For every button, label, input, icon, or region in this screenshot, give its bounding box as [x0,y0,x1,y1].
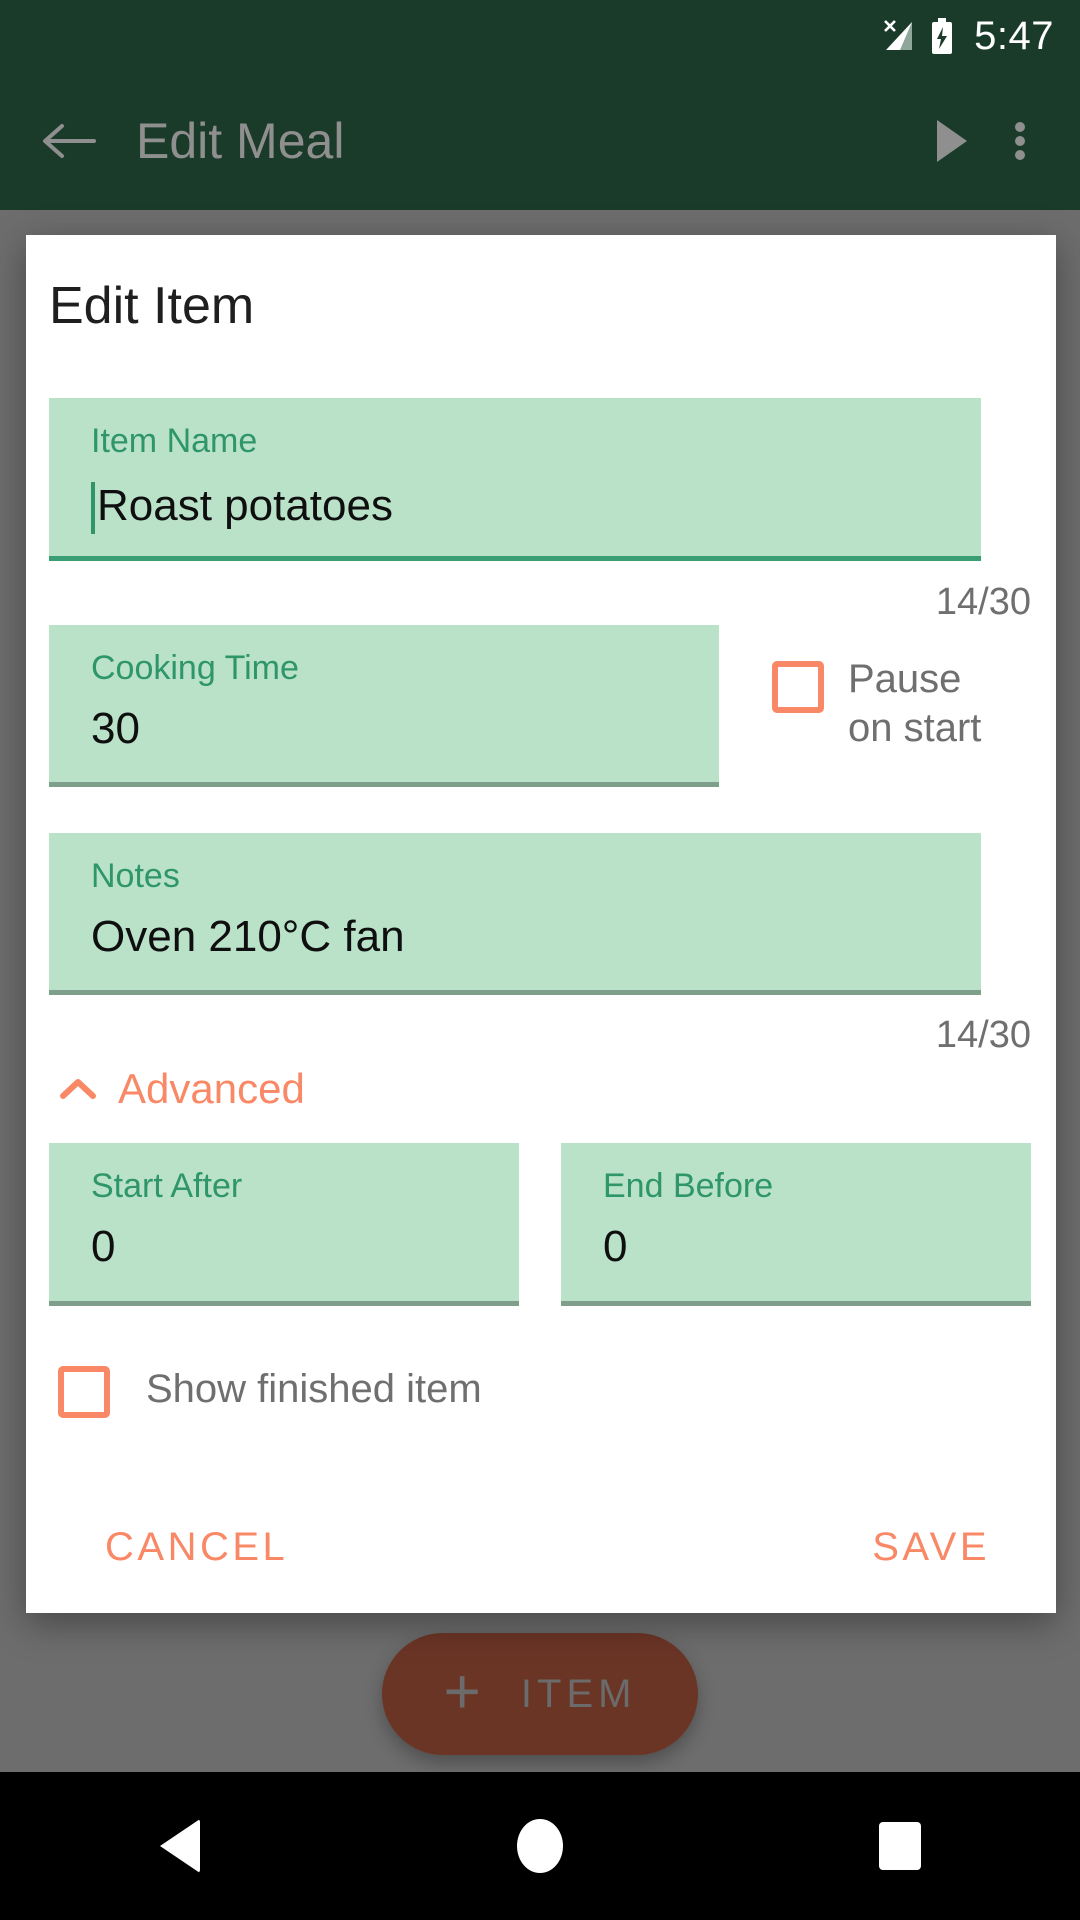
back-button[interactable] [30,103,106,179]
end-before-value: 0 [603,1222,628,1271]
play-button[interactable] [912,102,990,180]
text-caret [91,482,95,534]
play-icon [937,120,967,162]
phone-screen: 5:47 Edit Meal + ITEM Edit Item Item Nam… [0,0,1080,1920]
nav-back-button[interactable] [105,1796,255,1896]
item-name-text: Roast potatoes [97,481,393,530]
chevron-up-icon [60,1079,96,1099]
notes-value: Oven 210°C fan [91,912,405,961]
status-icons: 5:47 [882,16,1054,56]
dialog-title: Edit Item [49,277,255,335]
arrow-back-icon [43,124,96,158]
nav-home-button[interactable] [465,1796,615,1896]
nav-recents-icon [879,1822,921,1870]
app-bar: Edit Meal [0,72,1080,210]
page-title: Edit Meal [136,113,345,169]
pause-on-start-checkbox[interactable] [772,661,824,713]
status-bar-clock: 5:47 [974,14,1054,58]
overflow-menu-icon [1015,118,1025,164]
cooking-time-value: 30 [91,704,140,753]
plus-icon: + [443,1655,481,1727]
save-button[interactable]: SAVE [872,1527,990,1567]
notes-label: Notes [91,857,180,895]
pause-on-start-checkbox-row[interactable]: Pause on start [772,655,1030,753]
overflow-menu-button[interactable] [990,102,1050,180]
status-bar: 5:47 [0,0,1080,72]
start-after-label: Start After [91,1167,243,1205]
item-name-counter: 14/30 [935,581,1031,623]
notes-counter: 14/30 [935,1014,1031,1056]
cancel-button[interactable]: CANCEL [105,1527,288,1567]
show-finished-item-label: Show finished item [146,1366,482,1411]
notes-field[interactable]: Notes Oven 210°C fan [49,833,981,995]
battery-charging-icon [930,18,954,54]
cooking-time-field[interactable]: Cooking Time 30 [49,625,719,787]
nav-back-icon [160,1819,200,1873]
nav-recents-button[interactable] [825,1796,975,1896]
show-finished-item-checkbox[interactable] [58,1366,110,1418]
add-item-fab-label: ITEM [520,1672,637,1716]
show-finished-item-checkbox-row[interactable]: Show finished item [58,1360,482,1418]
add-item-fab[interactable]: + ITEM [382,1633,698,1755]
cooking-time-label: Cooking Time [91,649,299,687]
signal-no-sim-icon [882,18,916,54]
end-before-label: End Before [603,1167,774,1205]
advanced-toggle[interactable]: Advanced [60,1068,305,1110]
pause-on-start-label: Pause on start [848,657,982,750]
item-name-value: Roast potatoes [91,480,393,534]
start-after-field[interactable]: Start After 0 [49,1143,519,1306]
item-name-field[interactable]: Item Name Roast potatoes [49,398,981,561]
android-navigation-bar [0,1772,1080,1920]
item-name-label: Item Name [91,422,258,460]
nav-home-icon [517,1819,563,1873]
start-after-value: 0 [91,1222,116,1271]
end-before-field[interactable]: End Before 0 [561,1143,1031,1306]
advanced-label: Advanced [118,1065,305,1112]
